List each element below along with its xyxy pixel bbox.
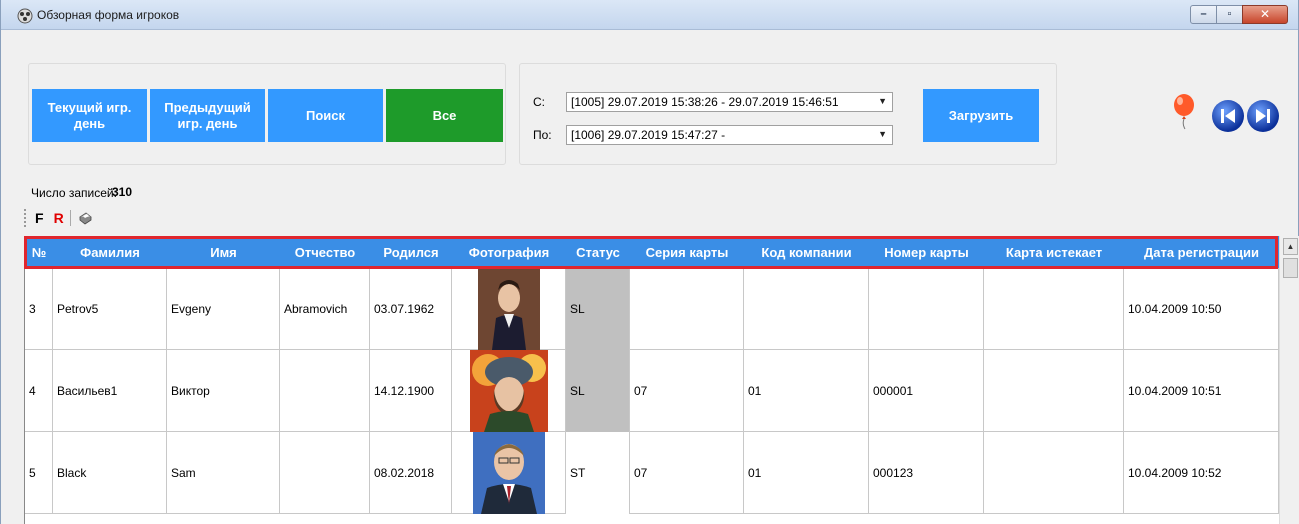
cell-born: 14.12.1900 <box>370 350 452 432</box>
cell-number: 5 <box>25 432 53 514</box>
cell-status: SL <box>566 350 630 432</box>
next-record-button[interactable] <box>1247 100 1279 132</box>
cell-registered: 10.04.2009 10:50 <box>1124 268 1279 350</box>
print-icon[interactable] <box>77 210 93 226</box>
maximize-icon: ▫ <box>1227 8 1232 20</box>
col-header-registered[interactable]: Дата регистрации <box>1124 236 1279 268</box>
skip-back-icon <box>1221 109 1235 123</box>
cell-card-expires <box>984 432 1124 514</box>
cell-surname: Petrov5 <box>53 268 167 350</box>
cell-surname: Black <box>53 432 167 514</box>
cell-number: 4 <box>25 350 53 432</box>
chevron-down-icon: ▼ <box>878 96 887 106</box>
to-select-value: [1006] 29.07.2019 15:47:27 - <box>571 128 726 142</box>
portrait-napoleon-image <box>477 268 540 350</box>
toolbar-separator <box>69 210 71 226</box>
chevron-down-icon: ▼ <box>878 129 887 139</box>
load-button[interactable]: Загрузить <box>923 89 1039 142</box>
col-header-patronymic[interactable]: Отчество <box>280 236 370 268</box>
col-header-card-series[interactable]: Серия карты <box>630 236 744 268</box>
title-bar[interactable]: Обзорная форма игроков – ▫ ✕ <box>1 0 1298 30</box>
filter-button[interactable]: F <box>35 210 44 226</box>
cell-photo <box>452 432 566 514</box>
skip-forward-icon <box>1256 109 1270 123</box>
players-grid: № Фамилия Имя Отчество Родился Фотографи… <box>24 236 1299 524</box>
window-title: Обзорная форма игроков <box>37 8 180 22</box>
cell-registered: 10.04.2009 10:51 <box>1124 350 1279 432</box>
from-select-value: [1005] 29.07.2019 15:38:26 - 29.07.2019 … <box>571 95 839 109</box>
cell-name: Виктор <box>167 350 280 432</box>
minimize-button[interactable]: – <box>1190 5 1217 24</box>
col-header-card-expires[interactable]: Карта истекает <box>984 236 1124 268</box>
col-header-number[interactable]: № <box>25 236 53 268</box>
cell-card-series <box>630 268 744 350</box>
cell-card-expires <box>984 268 1124 350</box>
previous-record-button[interactable] <box>1212 100 1244 132</box>
all-button[interactable]: Все <box>386 89 503 142</box>
app-icon <box>17 8 33 24</box>
search-button[interactable]: Поиск <box>268 89 383 142</box>
table-row[interactable]: 5 Black Sam 08.02.2018 ST 07 01 000123 1… <box>25 432 1279 514</box>
col-header-surname[interactable]: Фамилия <box>53 236 167 268</box>
maximize-button[interactable]: ▫ <box>1216 5 1243 24</box>
grid-header-row: № Фамилия Имя Отчество Родился Фотографи… <box>25 236 1279 268</box>
grid-rows: 3 Petrov5 Evgeny Abramovich 03.07.1962 S… <box>25 268 1279 514</box>
cell-status: ST <box>566 432 630 514</box>
portrait-fur-hat-image <box>469 350 548 432</box>
close-icon: ✕ <box>1259 7 1271 21</box>
cell-patronymic <box>280 432 370 514</box>
col-header-photo[interactable]: Фотография <box>452 236 566 268</box>
col-header-name[interactable]: Имя <box>167 236 280 268</box>
portrait-suit-image <box>472 432 545 514</box>
previous-day-button[interactable]: Предыдущий игр. день <box>150 89 265 142</box>
col-header-status[interactable]: Статус <box>566 236 630 268</box>
cell-number: 3 <box>25 268 53 350</box>
minimize-icon: – <box>1200 8 1207 20</box>
cell-card-series: 07 <box>630 432 744 514</box>
balloon-icon[interactable] <box>1173 94 1195 130</box>
cell-card-number <box>869 268 984 350</box>
cell-card-number: 000001 <box>869 350 984 432</box>
current-day-button[interactable]: Текущий игр. день <box>32 89 147 142</box>
grid-toolbar: F R <box>24 207 93 229</box>
main-window: Обзорная форма игроков – ▫ ✕ Текущий игр… <box>0 0 1299 524</box>
cell-status: SL <box>566 268 630 350</box>
cell-company-code: 01 <box>744 350 869 432</box>
cell-patronymic <box>280 350 370 432</box>
cell-photo <box>452 268 566 350</box>
cell-registered: 10.04.2009 10:52 <box>1124 432 1279 514</box>
cell-company-code: 01 <box>744 432 869 514</box>
from-label: С: <box>533 95 545 109</box>
cell-company-code <box>744 268 869 350</box>
col-header-company-code[interactable]: Код компании <box>744 236 869 268</box>
record-count-value: 310 <box>112 185 133 199</box>
to-select[interactable]: [1006] 29.07.2019 15:47:27 - ▼ <box>566 125 893 145</box>
cell-surname: Васильев1 <box>53 350 167 432</box>
scroll-up-icon[interactable]: ▲ <box>1283 238 1298 255</box>
window-controls: – ▫ ✕ <box>1190 5 1288 24</box>
close-button[interactable]: ✕ <box>1242 5 1288 24</box>
toolbar-grip <box>24 209 27 227</box>
from-select[interactable]: [1005] 29.07.2019 15:38:26 - 29.07.2019 … <box>566 92 893 112</box>
record-count-label: Число записей: <box>31 186 117 200</box>
cell-card-number: 000123 <box>869 432 984 514</box>
cell-card-series: 07 <box>630 350 744 432</box>
cell-born: 08.02.2018 <box>370 432 452 514</box>
table-row[interactable]: 3 Petrov5 Evgeny Abramovich 03.07.1962 S… <box>25 268 1279 350</box>
scroll-thumb[interactable] <box>1283 258 1298 278</box>
table-row[interactable]: 4 Васильев1 Виктор 14.12.1900 SL 07 01 0… <box>25 350 1279 432</box>
cell-name: Evgeny <box>167 268 280 350</box>
grid-vertical-scrollbar[interactable]: ▲ <box>1279 236 1299 524</box>
cell-card-expires <box>984 350 1124 432</box>
cell-name: Sam <box>167 432 280 514</box>
cell-patronymic: Abramovich <box>280 268 370 350</box>
to-label: По: <box>533 128 552 142</box>
reset-button[interactable]: R <box>54 210 64 226</box>
cell-born: 03.07.1962 <box>370 268 452 350</box>
cell-photo <box>452 350 566 432</box>
col-header-card-number[interactable]: Номер карты <box>869 236 984 268</box>
col-header-born[interactable]: Родился <box>370 236 452 268</box>
